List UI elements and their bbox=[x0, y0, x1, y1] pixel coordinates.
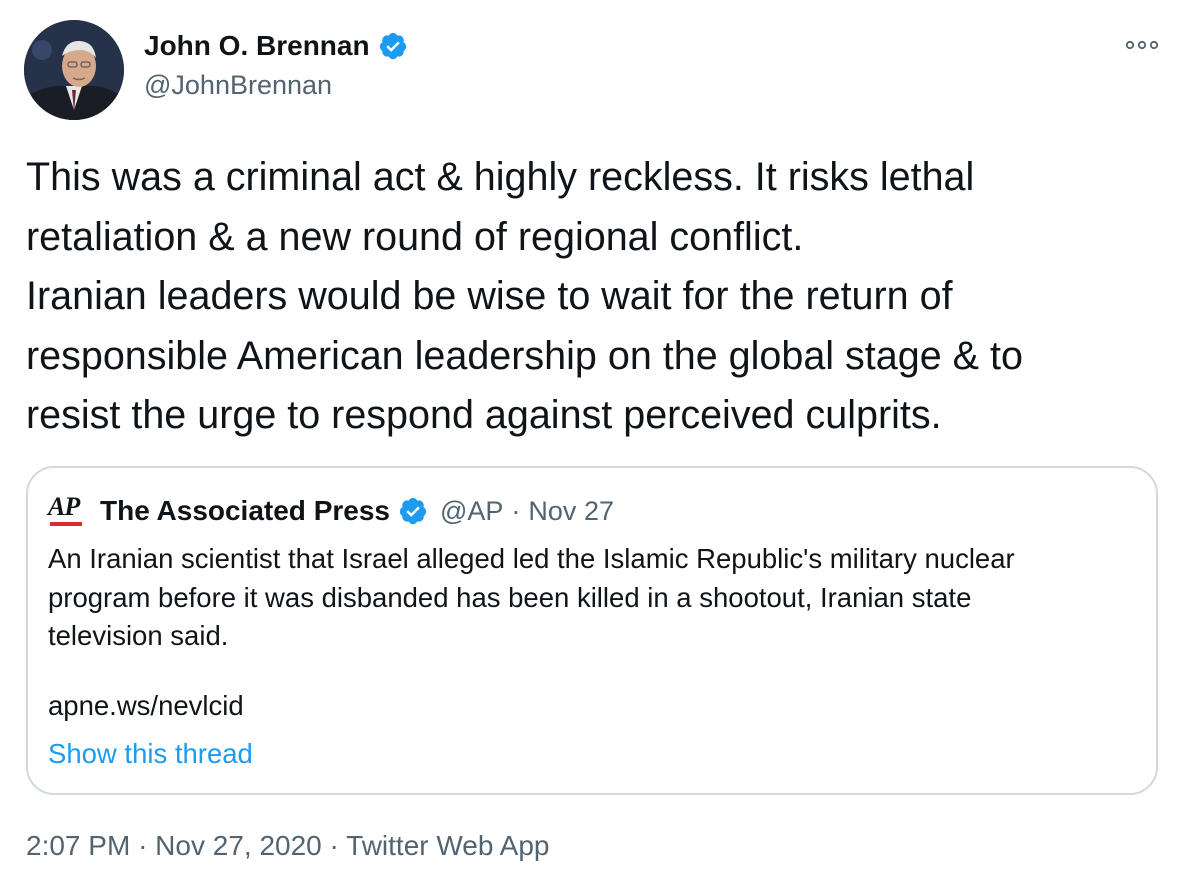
tweet-line: retaliation & a new round of regional co… bbox=[26, 214, 804, 259]
tweet-line: responsible American leadership on the g… bbox=[26, 333, 1023, 378]
ap-logo[interactable]: AP bbox=[48, 494, 84, 528]
author-handle[interactable]: @JohnBrennan bbox=[144, 70, 332, 101]
quoted-tweet-text: An Iranian scientist that Israel alleged… bbox=[48, 540, 1138, 656]
author-name[interactable]: John O. Brennan bbox=[144, 30, 370, 62]
footer-separator: · bbox=[138, 830, 148, 861]
tweet-footer: 2:07 PM · Nov 27, 2020 · Twitter Web App bbox=[26, 830, 550, 862]
tweet-line: Iranian leaders would be wise to wait fo… bbox=[26, 274, 953, 318]
quoted-line: program before it was disbanded has been… bbox=[48, 581, 972, 613]
ap-logo-text: AP bbox=[48, 492, 80, 521]
tweet-text: This was a criminal act & highly reckles… bbox=[26, 148, 1166, 446]
quoted-line: television said. bbox=[48, 620, 229, 651]
avatar-photo bbox=[24, 20, 124, 120]
tweet-time[interactable]: 2:07 PM bbox=[26, 830, 130, 861]
source-app-link[interactable]: Twitter Web App bbox=[346, 830, 549, 861]
quoted-line: An Iranian scientist that Israel alleged… bbox=[48, 543, 1015, 574]
verified-badge-icon bbox=[379, 32, 406, 60]
quoted-link[interactable]: apne.ws/nevlcid bbox=[48, 690, 244, 722]
tweet-date[interactable]: Nov 27, 2020 bbox=[155, 830, 322, 861]
verified-badge-icon bbox=[399, 497, 427, 525]
quoted-handle[interactable]: @AP bbox=[440, 496, 503, 527]
more-options-button[interactable] bbox=[1122, 30, 1162, 60]
tweet-line: resist the urge to respond against perce… bbox=[26, 393, 942, 437]
footer-separator: · bbox=[329, 830, 339, 861]
meta-separator: · bbox=[511, 495, 521, 526]
avatar[interactable] bbox=[24, 20, 124, 120]
quoted-date[interactable]: Nov 27 bbox=[528, 496, 614, 527]
quoted-author-name[interactable]: The Associated Press bbox=[100, 495, 390, 527]
more-options-icon bbox=[1125, 40, 1159, 50]
show-thread-link[interactable]: Show this thread bbox=[48, 738, 253, 770]
quoted-tweet-card[interactable]: AP The Associated Press @AP · Nov 27 An … bbox=[26, 466, 1158, 795]
author-name-row[interactable]: John O. Brennan bbox=[144, 30, 408, 62]
ap-logo-bar bbox=[50, 522, 82, 526]
quoted-tweet-header: AP The Associated Press @AP · Nov 27 bbox=[48, 494, 614, 528]
tweet-line: This was a criminal act & highly reckles… bbox=[26, 155, 975, 199]
